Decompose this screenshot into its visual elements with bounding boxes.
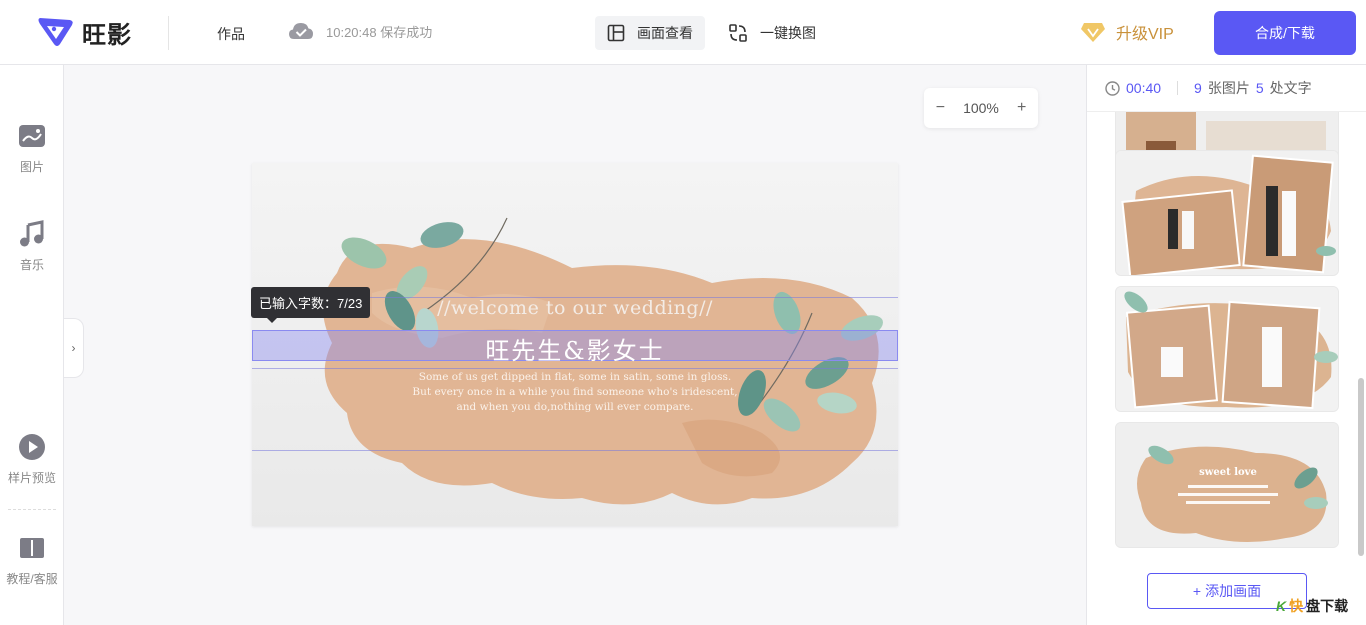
scene-thumbnail-list: sweet love bbox=[1115, 112, 1341, 552]
sidebar-label-images: 图片 bbox=[19, 160, 44, 174]
watermark-fast: 快 bbox=[1289, 598, 1304, 614]
text-guide-line bbox=[252, 368, 898, 369]
works-link[interactable]: 作品 bbox=[217, 24, 245, 44]
zoom-level: 100% bbox=[963, 100, 999, 116]
text-count-unit: 处文字 bbox=[1269, 80, 1312, 96]
body-line: and when you do,nothing will ever compar… bbox=[456, 401, 694, 413]
left-sidebar: 图片 音乐 样片预览 教程/客服 bbox=[0, 65, 64, 625]
thumbnail-title: sweet love bbox=[1199, 467, 1257, 478]
sidebar-item-images[interactable]: 图片 bbox=[0, 122, 64, 175]
export-download-button[interactable]: 合成/下载 bbox=[1214, 11, 1356, 55]
thumbnail-image bbox=[1116, 151, 1338, 275]
image-count: 9 bbox=[1194, 80, 1202, 96]
image-count-unit: 张图片 bbox=[1207, 80, 1250, 96]
swap-image-label: 一键换图 bbox=[760, 25, 816, 41]
canvas-title-text[interactable]: 旺先生&影女士 bbox=[252, 331, 898, 366]
upgrade-vip-button[interactable]: 升级VIP bbox=[1080, 20, 1174, 44]
top-header: 旺影 作品 10:20:48 保存成功 画面查看 一键换图 升级VIP 合成/下… bbox=[0, 0, 1366, 65]
logo-icon bbox=[38, 18, 73, 46]
duration: 00:40 bbox=[1126, 80, 1162, 96]
sidebar-label-music: 音乐 bbox=[19, 258, 44, 272]
plus-icon: + bbox=[1192, 583, 1202, 599]
thumbnail-image bbox=[1116, 423, 1338, 547]
app-logo[interactable]: 旺影 bbox=[36, 14, 132, 50]
text-guide-line bbox=[252, 450, 898, 451]
sidebar-label-help: 教程/客服 bbox=[6, 572, 58, 586]
watermark-k: K bbox=[1276, 598, 1287, 614]
add-scene-label: 添加画面 bbox=[1205, 583, 1262, 599]
music-icon bbox=[20, 220, 44, 247]
clock-icon bbox=[1105, 80, 1120, 96]
char-count-tooltip: 已输入字数：7/23 bbox=[251, 287, 371, 323]
sidebar-item-music[interactable]: 音乐 bbox=[0, 220, 64, 273]
body-line: But every once in a while you find someo… bbox=[412, 386, 738, 398]
layout-icon bbox=[607, 24, 625, 42]
brand-name: 旺影 bbox=[82, 21, 132, 49]
vip-label: 升级VIP bbox=[1116, 26, 1174, 43]
zoom-in-button[interactable]: + bbox=[1012, 99, 1032, 117]
scene-thumbnail[interactable] bbox=[1115, 286, 1339, 412]
watermark-logo: K 快 盘下载 bbox=[1276, 596, 1348, 616]
scene-list-scrollbar[interactable] bbox=[1358, 378, 1364, 556]
stats-divider bbox=[1177, 81, 1179, 95]
diamond-icon bbox=[1081, 23, 1105, 42]
sidebar-item-preview[interactable]: 样片预览 bbox=[0, 433, 64, 486]
save-status: 10:20:48 保存成功 bbox=[288, 21, 432, 41]
project-stats: 00:40 9 张图片 5 处文字 bbox=[1087, 65, 1366, 112]
body-line: Some of us get dipped in flat, some in s… bbox=[418, 371, 732, 383]
scene-thumbnail[interactable]: sweet love bbox=[1115, 422, 1339, 548]
view-mode-label: 画面查看 bbox=[637, 25, 693, 41]
view-mode-button[interactable]: 画面查看 bbox=[595, 16, 705, 50]
sidebar-divider bbox=[8, 509, 56, 510]
text-count: 5 bbox=[1255, 80, 1264, 96]
play-icon bbox=[19, 434, 45, 460]
sidebar-label-preview: 样片预览 bbox=[7, 471, 56, 485]
cloud-check-icon bbox=[289, 23, 313, 39]
canvas-body-text[interactable]: Some of us get dipped in flat, some in s… bbox=[252, 370, 898, 415]
scene-thumbnail[interactable] bbox=[1115, 150, 1339, 276]
save-status-text: 10:20:48 保存成功 bbox=[326, 24, 433, 40]
expand-panel-tab[interactable]: › bbox=[64, 318, 84, 378]
editor-canvas[interactable]: //welcome to our wedding// 旺先生&影女士 Some … bbox=[252, 163, 898, 526]
thumbnail-image bbox=[1116, 287, 1338, 411]
swap-image-button[interactable]: 一键换图 bbox=[728, 16, 816, 50]
header-divider bbox=[168, 16, 169, 50]
scene-panel: 00:40 9 张图片 5 处文字 sweet love bbox=[1086, 65, 1366, 625]
zoom-control: − 100% + bbox=[924, 88, 1038, 128]
sidebar-item-help[interactable]: 教程/客服 bbox=[0, 534, 64, 587]
watermark-main: 盘下载 bbox=[1306, 598, 1349, 614]
zoom-out-button[interactable]: − bbox=[930, 99, 950, 117]
image-icon bbox=[19, 125, 45, 147]
book-icon bbox=[20, 538, 44, 558]
swap-icon bbox=[729, 24, 747, 42]
